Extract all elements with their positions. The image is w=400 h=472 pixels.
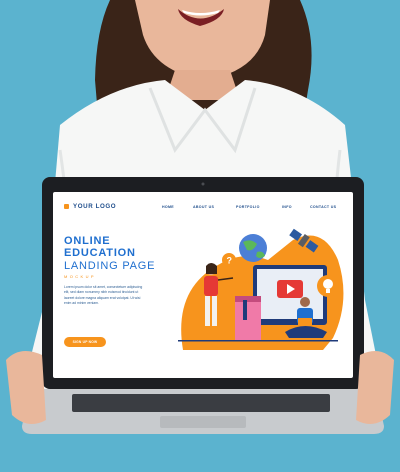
top-navigation: YOUR LOGO HOME ABOUT US PORTFOLIO INFO C… xyxy=(53,192,353,218)
logo[interactable]: YOUR LOGO xyxy=(64,203,116,210)
trackpad xyxy=(160,416,246,428)
webcam-icon xyxy=(201,182,205,186)
logo-text: YOUR LOGO xyxy=(73,203,117,210)
nav-info[interactable]: INFO xyxy=(282,205,292,209)
question-bubble-icon: ? xyxy=(222,253,236,267)
hero-body-text: Lorem ipsum dolor sit amet, consectetuer… xyxy=(64,285,143,305)
laptop-icon xyxy=(298,318,312,326)
book-icon xyxy=(235,296,261,340)
lightbulb-icon xyxy=(317,275,339,297)
keyboard xyxy=(72,394,330,412)
video-play-icon xyxy=(277,280,303,298)
video-monitor xyxy=(253,265,327,325)
globe-icon xyxy=(239,234,267,262)
svg-text:?: ? xyxy=(227,256,233,266)
laptop-screen-landing-page: YOUR LOGO HOME ABOUT US PORTFOLIO INFO C… xyxy=(53,192,353,378)
left-hand-shape xyxy=(6,351,46,424)
sign-up-button[interactable]: SIGN UP NOW xyxy=(64,337,106,347)
hero-title-line-2: EDUCATION xyxy=(64,247,136,259)
logo-square-icon xyxy=(64,204,69,209)
right-hand-shape xyxy=(356,351,394,424)
education-illustration: ? xyxy=(178,228,344,350)
hero-title-line-1: ONLINE xyxy=(64,235,111,247)
hero-title-line-3: LANDING PAGE xyxy=(64,260,156,272)
nav-about-us[interactable]: ABOUT US xyxy=(193,205,214,209)
nav-portfolio[interactable]: PORTFOLIO xyxy=(236,205,260,209)
nav-home[interactable]: HOME xyxy=(162,205,174,209)
hero-tag: MOCKUP xyxy=(64,274,96,279)
nav-contact-us[interactable]: CONTACT US xyxy=(310,205,336,209)
ground-line xyxy=(178,340,338,342)
